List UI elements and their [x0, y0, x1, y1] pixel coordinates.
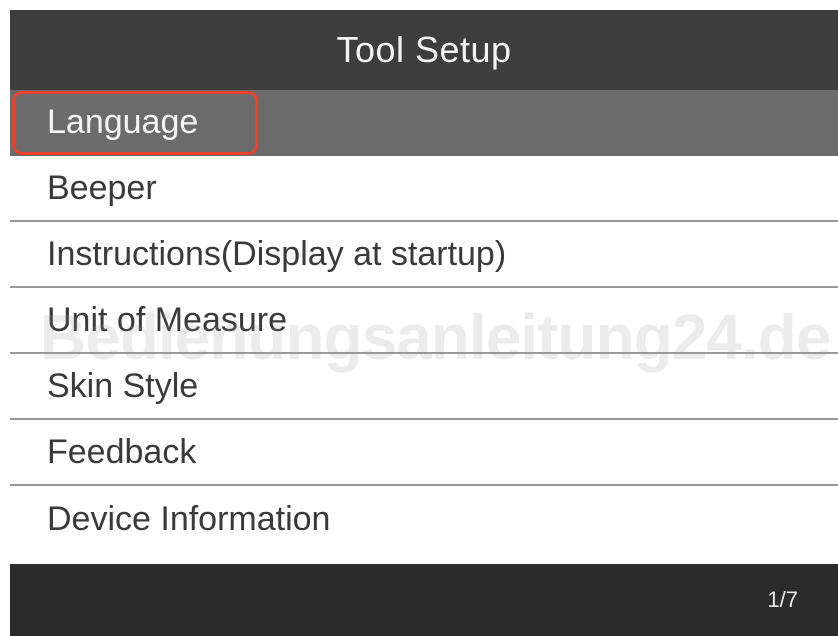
page-indicator: 1/7: [767, 587, 798, 612]
menu-item-label: Feedback: [47, 432, 197, 471]
menu-item-feedback[interactable]: Feedback: [10, 420, 838, 486]
menu-item-beeper[interactable]: Beeper: [10, 156, 838, 222]
screen-title: Tool Setup: [336, 29, 512, 70]
menu-item-unit-of-measure[interactable]: Unit of Measure: [10, 288, 838, 354]
menu-item-label: Language: [47, 102, 199, 141]
menu-item-skin-style[interactable]: Skin Style: [10, 354, 838, 420]
menu-item-device-information[interactable]: Device Information: [10, 486, 838, 552]
menu-item-label: Beeper: [47, 168, 157, 207]
menu-item-label: Device Information: [47, 499, 331, 538]
menu-item-label: Skin Style: [47, 366, 199, 405]
footer-bar: 1/7: [10, 564, 838, 636]
menu-item-label: Unit of Measure: [47, 300, 287, 339]
menu-item-language[interactable]: Language: [10, 90, 838, 156]
menu-item-instructions[interactable]: Instructions(Display at startup): [10, 222, 838, 288]
tool-setup-screen: Tool Setup Language Beeper Instructions(…: [10, 10, 838, 636]
title-bar: Tool Setup: [10, 10, 838, 90]
menu-item-label: Instructions(Display at startup): [47, 234, 507, 273]
setup-menu: Language Beeper Instructions(Display at …: [10, 90, 838, 552]
